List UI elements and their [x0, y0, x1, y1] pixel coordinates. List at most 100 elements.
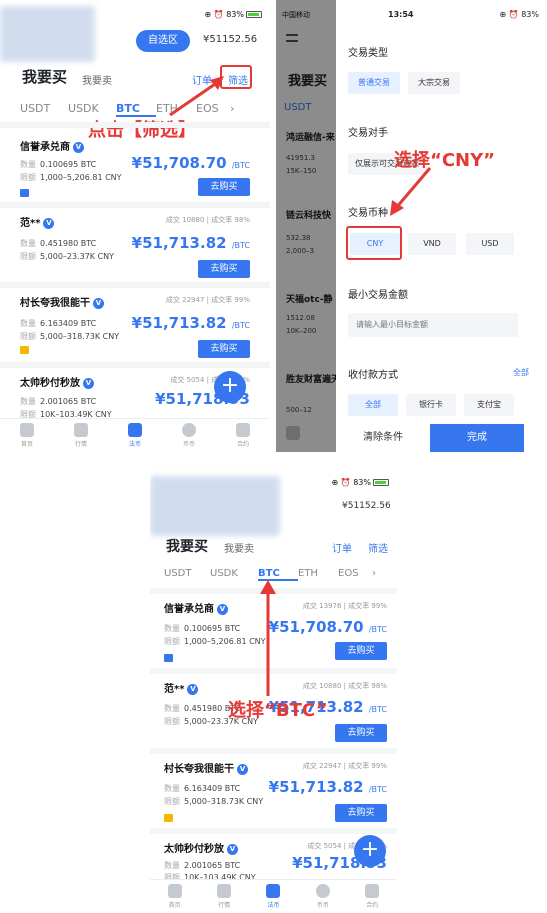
annotation-arrow — [260, 580, 276, 696]
merchant-card: 范** V 成交 10880 | 成交率 98% 数量 0.451980 BTC 限… — [0, 202, 270, 282]
price-value: ¥51,713.82 — [268, 778, 364, 796]
status-indicators: ⊕ ⏰ 83% — [331, 478, 371, 487]
coin-tab-usdt[interactable]: USDT — [164, 568, 210, 581]
nav-fiat[interactable]: 法币 — [253, 880, 293, 913]
done-button[interactable]: 完成 — [430, 424, 524, 452]
payment-alipay[interactable]: 支付宝 — [464, 394, 514, 416]
price-unit: /BTC — [231, 321, 250, 330]
buy-button[interactable]: 去购买 — [335, 642, 387, 660]
merchant-card: 村长夸我很能干 V 成交 22947 | 成交率 99% 数量 6.163409 B… — [0, 282, 270, 362]
coin-tab-eos[interactable]: EOS — [338, 568, 372, 581]
verified-icon: V — [93, 298, 104, 309]
buy-button[interactable]: 去购买 — [335, 724, 387, 742]
merchant-name: 范** — [164, 684, 185, 695]
nav-label: 行情 — [218, 902, 231, 909]
coin-tab-usdt[interactable]: USDT — [20, 102, 68, 117]
amount-value: 6.163409 BTC — [40, 319, 97, 328]
battery-icon — [246, 11, 262, 18]
nav-contract[interactable]: 合约 — [223, 419, 263, 452]
battery-icon — [373, 479, 389, 486]
amount-value: 0.100695 BTC — [40, 160, 97, 169]
nav-fiat[interactable]: 法币 — [115, 419, 155, 452]
tab-sell[interactable]: 我要卖 — [82, 72, 112, 87]
nav-market[interactable]: 行情 — [204, 880, 244, 913]
limit-label: 限额 — [164, 637, 180, 646]
nav-home[interactable]: 首页 — [7, 419, 47, 452]
amount-value: 2.001065 BTC — [40, 397, 97, 406]
tab-buy[interactable]: 我要买 — [166, 536, 208, 556]
status-indicators: ⊕ ⏰ 83% — [204, 10, 244, 19]
limit-value: 5,000–318.73K CNY — [40, 332, 120, 341]
limit-value: 1,000–5,206.81 CNY — [40, 173, 122, 182]
screenshot-panel-1: ⊕ ⏰ 83% 自选区 ¥51152.56 我要买 我要卖 订单 筛选 USDT… — [0, 0, 270, 452]
limit-label: 限额 — [164, 797, 180, 806]
alipay-icon — [164, 654, 173, 662]
nav-coin[interactable]: 币币 — [303, 880, 343, 913]
nav-home[interactable]: 首页 — [155, 880, 195, 913]
alipay-icon — [20, 189, 29, 197]
bottom-nav: 首页 行情 法币 币币 合约 — [150, 879, 397, 913]
coin-tab-usdk[interactable]: USDK — [68, 102, 116, 117]
filter-drawer: 13:54 ⊕ ⏰ 83% 交易类型 普通交易 大宗交易 交易对手 仅展示可交易… — [336, 0, 547, 452]
clear-conditions-button[interactable]: 清除条件 — [336, 424, 430, 452]
orders-link[interactable]: 订单 — [332, 540, 352, 555]
merchant-stats: 成交 13976 | 成交率 99% — [302, 602, 387, 610]
nav-market[interactable]: 行情 — [61, 419, 101, 452]
nav-contract[interactable]: 合约 — [352, 880, 392, 913]
merchant-name: 村长夸我很能干 — [164, 764, 234, 775]
status-time: 13:54 — [388, 10, 414, 19]
buy-button[interactable]: 去购买 — [198, 340, 250, 358]
merchant-name: 太帅秒付秒放 — [20, 378, 80, 389]
contract-icon — [365, 884, 380, 898]
annotation-arrow — [390, 167, 432, 216]
nav-coin[interactable]: 币币 — [169, 419, 209, 452]
price-unit: /BTC — [231, 161, 250, 170]
blurred-region — [0, 6, 95, 62]
limit-value: 5,000–23.37K CNY — [40, 252, 115, 261]
bottom-nav: 首页 行情 法币 币币 合约 — [0, 418, 270, 452]
section-min-amount: 最小交易金额 — [348, 290, 408, 301]
buy-button[interactable]: 去购买 — [198, 260, 250, 278]
option-bulk-trade[interactable]: 大宗交易 — [408, 72, 460, 94]
add-fab-button[interactable]: + — [354, 835, 386, 867]
buy-button[interactable]: 去购买 — [198, 178, 250, 196]
screenshot-panel-2: 中国移动 我要买 USDT 鸿运融信-来 41951.3 15K–150 链云科… — [276, 0, 547, 452]
price-unit: /BTC — [368, 625, 387, 634]
limit-label: 限额 — [20, 252, 36, 261]
option-normal-trade[interactable]: 普通交易 — [348, 72, 400, 94]
contract-icon — [236, 423, 250, 437]
amount-label: 数量 — [20, 319, 36, 328]
merchant-name: 太帅秒付秒放 — [164, 844, 224, 855]
nav-label: 合约 — [236, 441, 249, 448]
coin-tabs-more[interactable]: › — [372, 568, 376, 581]
coin-tabs-more[interactable]: › — [230, 102, 234, 117]
fiat-icon — [128, 423, 142, 437]
merchant-card: 信誉承兑商 V 数量 0.100695 BTC 限额 1,000–5,206.81 C… — [0, 122, 270, 202]
coin-tab-btc[interactable]: BTC — [116, 102, 156, 117]
tab-sell[interactable]: 我要卖 — [224, 540, 254, 555]
buy-button[interactable]: 去购买 — [335, 804, 387, 822]
amount-value: 6.163409 BTC — [184, 784, 241, 793]
filter-button[interactable]: 筛选 — [368, 540, 388, 555]
merchant-name: 村长夸我很能干 — [20, 298, 90, 309]
screenshot-panel-3: ⊕ ⏰ 83% ¥51152.56 我要买 我要卖 订单 筛选 USDT USD… — [150, 468, 397, 913]
currency-vnd[interactable]: VND — [408, 233, 456, 255]
add-fab-button[interactable]: + — [214, 371, 246, 403]
currency-usd[interactable]: USD — [466, 233, 514, 255]
home-icon — [20, 423, 34, 437]
payment-bank-card[interactable]: 银行卡 — [406, 394, 456, 416]
payment-all[interactable]: 全部 — [348, 394, 398, 416]
coin-tab-eth[interactable]: ETH — [298, 568, 338, 581]
status-indicators: ⊕ ⏰ 83% — [499, 10, 539, 19]
self-select-button[interactable]: 自选区 — [136, 30, 190, 52]
min-amount-input[interactable] — [348, 313, 518, 337]
price-unit: /BTC — [368, 705, 387, 714]
payment-all-link[interactable]: 全部 — [513, 367, 529, 378]
amount-label: 数量 — [20, 239, 36, 248]
amount-value: 0.100695 BTC — [184, 624, 241, 633]
verified-icon: V — [237, 764, 248, 775]
amount-label: 数量 — [20, 160, 36, 169]
overlay-dim[interactable] — [276, 0, 342, 452]
tab-buy[interactable]: 我要买 — [22, 66, 67, 87]
price-value: ¥51,713.82 — [131, 314, 227, 332]
